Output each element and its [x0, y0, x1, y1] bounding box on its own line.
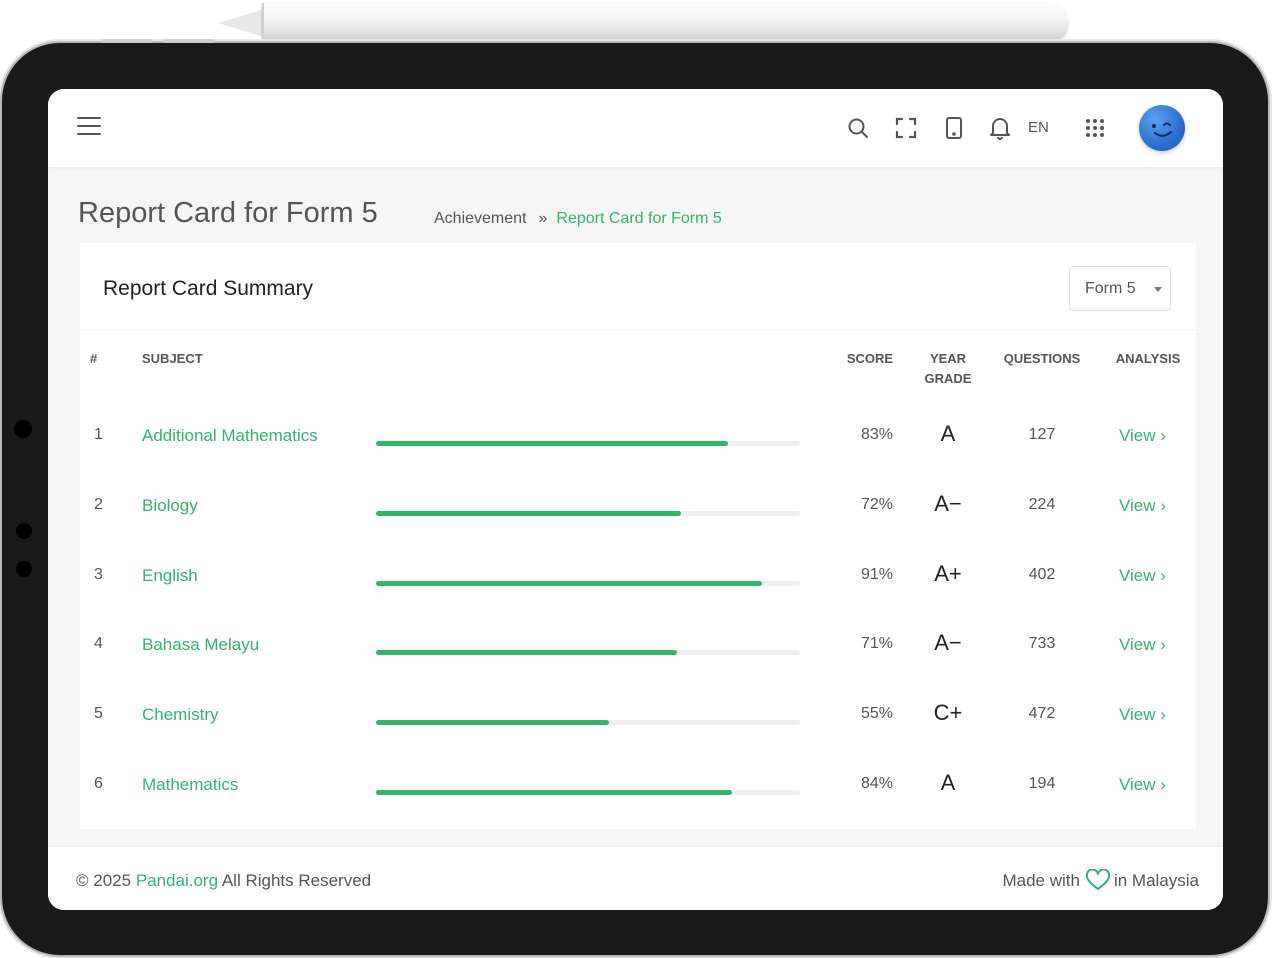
- subject-link[interactable]: Chemistry: [142, 705, 219, 725]
- view-analysis-link[interactable]: View ›: [1119, 635, 1166, 655]
- score-progress-fill: [376, 441, 728, 446]
- fullscreen-icon[interactable]: [893, 115, 919, 141]
- row-number: 1: [94, 426, 103, 443]
- view-analysis-link[interactable]: View ›: [1119, 566, 1166, 586]
- score-progress-bar: [376, 790, 800, 795]
- year-grade: A−: [934, 630, 962, 655]
- view-analysis-link[interactable]: View ›: [1119, 496, 1166, 516]
- questions-count: 224: [1028, 496, 1056, 513]
- year-grade: A: [940, 421, 956, 446]
- score-value: 83%: [860, 426, 893, 443]
- form-select[interactable]: Form 5: [1069, 266, 1171, 311]
- column-header-score: SCORE: [846, 351, 894, 366]
- row-number: 6: [94, 775, 103, 792]
- subject-link[interactable]: Biology: [142, 496, 198, 516]
- pencil-band: [262, 3, 264, 43]
- column-header-year-grade: YEAR GRADE: [924, 351, 972, 386]
- copyright: © 2025 Pandai.org All Rights Reserved: [76, 871, 372, 890]
- subject-link[interactable]: Bahasa Melayu: [142, 635, 259, 655]
- year-grade: C+: [933, 700, 963, 725]
- volume-button: [102, 39, 152, 43]
- column-header-num: #: [90, 351, 98, 366]
- score-value: 71%: [860, 635, 893, 652]
- view-analysis-link[interactable]: View ›: [1119, 775, 1166, 795]
- breadcrumb-separator: »: [538, 210, 548, 227]
- row-number: 3: [94, 566, 103, 583]
- card-title: Report Card Summary: [103, 277, 314, 300]
- table-row: 4 Bahasa Melayu 71% A− 733 View ›: [80, 630, 1196, 705]
- score-value: 72%: [860, 496, 893, 513]
- subject-link[interactable]: Mathematics: [142, 775, 238, 795]
- search-icon[interactable]: [845, 115, 871, 141]
- score-progress-bar: [376, 581, 800, 586]
- report-card-summary: Report Card Summary Form 5 # SUBJECT SCO…: [80, 243, 1196, 829]
- made-with-love: Made with in Malaysia: [1002, 868, 1199, 891]
- row-number: 5: [94, 705, 103, 722]
- questions-count: 127: [1028, 426, 1056, 443]
- user-avatar[interactable]: [1139, 105, 1185, 151]
- score-value: 55%: [860, 705, 893, 722]
- heart-icon: [1085, 868, 1110, 890]
- camera-dot: [14, 420, 32, 438]
- row-number: 2: [94, 496, 103, 513]
- view-analysis-link[interactable]: View ›: [1119, 705, 1166, 725]
- divider: [80, 329, 1196, 330]
- form-select-value: Form 5: [1085, 280, 1136, 297]
- page-title: Report Card for Form 5: [78, 197, 378, 229]
- score-progress-bar: [376, 720, 800, 725]
- column-header-analysis: ANALYSIS: [1115, 351, 1181, 366]
- row-number: 4: [94, 635, 103, 652]
- tablet-device: EN Report Card for Form 5 Achievement » Re…: [2, 39, 1268, 955]
- sensor-dot: [16, 523, 32, 539]
- app-screen: EN Report Card for Form 5 Achievement » Re…: [48, 89, 1223, 910]
- breadcrumb-parent[interactable]: Achievement: [434, 210, 527, 227]
- score-progress-fill: [376, 511, 682, 516]
- chevron-down-icon: [1154, 287, 1162, 292]
- subject-link[interactable]: Additional Mathematics: [142, 426, 318, 446]
- score-progress-fill: [376, 720, 610, 725]
- apps-grid-icon[interactable]: [1082, 115, 1108, 141]
- table-row: 6 Mathematics 84% A 194 View ›: [80, 770, 1196, 845]
- pencil-tip: [218, 9, 264, 37]
- table-row: 3 English 91% A+ 402 View ›: [80, 561, 1196, 636]
- questions-count: 472: [1028, 705, 1056, 722]
- questions-count: 402: [1028, 566, 1056, 583]
- score-progress-fill: [376, 650, 678, 655]
- breadcrumb-current: Report Card for Form 5: [556, 210, 722, 227]
- footer: © 2025 Pandai.org All Rights Reserved Ma…: [48, 846, 1223, 910]
- score-value: 91%: [860, 566, 893, 583]
- power-button: [164, 39, 214, 43]
- score-progress-bar: [376, 650, 800, 655]
- smiley-face-icon: [1152, 122, 1172, 137]
- score-progress-fill: [376, 790, 733, 795]
- questions-count: 194: [1028, 775, 1056, 792]
- score-progress-bar: [376, 511, 800, 516]
- top-navbar: EN: [48, 89, 1223, 167]
- year-grade: A−: [934, 491, 962, 516]
- column-header-questions: QUESTIONS: [1003, 351, 1081, 366]
- subject-link[interactable]: English: [142, 566, 198, 586]
- score-progress-bar: [376, 441, 800, 446]
- breadcrumb: Achievement » Report Card for Form 5: [434, 210, 722, 228]
- table-row: 5 Chemistry 55% C+ 472 View ›: [80, 700, 1196, 775]
- questions-count: 733: [1028, 635, 1056, 652]
- table-row: 1 Additional Mathematics 83% A 127 View ›: [80, 421, 1196, 496]
- brand-link[interactable]: Pandai.org: [136, 871, 218, 890]
- year-grade: A: [940, 770, 956, 795]
- bell-icon[interactable]: [987, 115, 1013, 141]
- apple-pencil: [218, 3, 1068, 43]
- tablet-icon[interactable]: [941, 115, 967, 141]
- column-header-subject: SUBJECT: [142, 351, 203, 366]
- sensor-dot: [16, 561, 32, 577]
- table-row: 2 Biology 72% A− 224 View ›: [80, 491, 1196, 566]
- language-switcher[interactable]: EN: [1028, 119, 1049, 136]
- pencil-body: [262, 3, 1068, 43]
- score-progress-fill: [376, 581, 762, 586]
- year-grade: A+: [934, 561, 962, 586]
- score-value: 84%: [860, 775, 893, 792]
- view-analysis-link[interactable]: View ›: [1119, 426, 1166, 446]
- menu-icon[interactable]: [77, 117, 101, 135]
